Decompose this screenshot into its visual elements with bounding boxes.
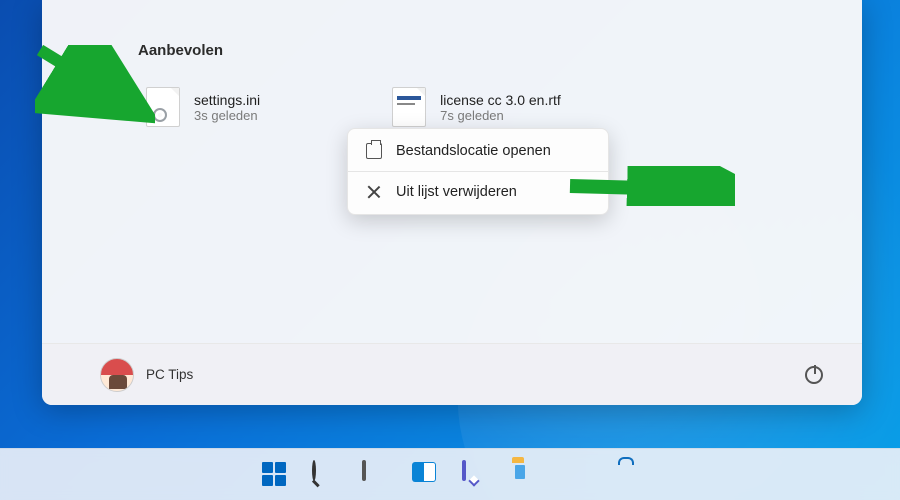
- taskview-icon: [362, 462, 388, 488]
- widgets-icon: [412, 462, 438, 488]
- taskbar-start[interactable]: [254, 454, 296, 496]
- edge-icon: [562, 462, 588, 488]
- file-name: license cc 3.0 en.rtf: [440, 92, 561, 108]
- file-icon-ini: [146, 87, 180, 127]
- user-name: PC Tips: [146, 367, 193, 382]
- file-time: 3s geleden: [194, 108, 260, 123]
- taskbar-store[interactable]: [604, 454, 646, 496]
- taskbar-chat[interactable]: [454, 454, 496, 496]
- menu-label: Bestandslocatie openen: [396, 143, 551, 159]
- recommended-title: Aanbevolen: [138, 42, 824, 59]
- recommended-grid: settings.ini 3s geleden license cc 3.0 e…: [140, 81, 824, 133]
- taskbar-edge[interactable]: [554, 454, 596, 496]
- recommended-item-text: settings.ini 3s geleden: [194, 92, 260, 123]
- recommended-item-text: license cc 3.0 en.rtf 7s geleden: [440, 92, 561, 123]
- windows-start-icon: [262, 462, 288, 488]
- menu-remove-from-list[interactable]: Uit lijst verwijderen: [348, 174, 608, 210]
- context-menu: Bestandslocatie openen Uit lijst verwijd…: [347, 128, 609, 215]
- menu-open-file-location[interactable]: Bestandslocatie openen: [348, 133, 608, 169]
- taskbar-widgets[interactable]: [404, 454, 446, 496]
- close-icon: [366, 184, 382, 200]
- file-explorer-icon: [512, 462, 538, 488]
- user-account-button[interactable]: PC Tips: [100, 358, 193, 392]
- taskbar-taskview[interactable]: [354, 454, 396, 496]
- file-time: 7s geleden: [440, 108, 561, 123]
- file-name: settings.ini: [194, 92, 260, 108]
- taskbar: [0, 448, 900, 500]
- start-menu-panel: Aanbevolen settings.ini 3s geleden licen…: [42, 0, 862, 405]
- folder-icon: [366, 143, 382, 159]
- power-icon: [805, 366, 823, 384]
- chat-icon: [462, 462, 488, 488]
- recommended-item-settings-ini[interactable]: settings.ini 3s geleden: [140, 81, 266, 133]
- start-menu-footer: PC Tips: [42, 343, 862, 405]
- avatar: [100, 358, 134, 392]
- taskbar-search[interactable]: [304, 454, 346, 496]
- taskbar-explorer[interactable]: [504, 454, 546, 496]
- recommended-item-license-rtf[interactable]: license cc 3.0 en.rtf 7s geleden: [386, 81, 567, 133]
- power-button[interactable]: [796, 357, 832, 393]
- file-icon-rtf: [392, 87, 426, 127]
- search-icon: [312, 462, 338, 488]
- store-icon: [612, 462, 638, 488]
- menu-label: Uit lijst verwijderen: [396, 184, 517, 200]
- menu-separator: [348, 171, 608, 172]
